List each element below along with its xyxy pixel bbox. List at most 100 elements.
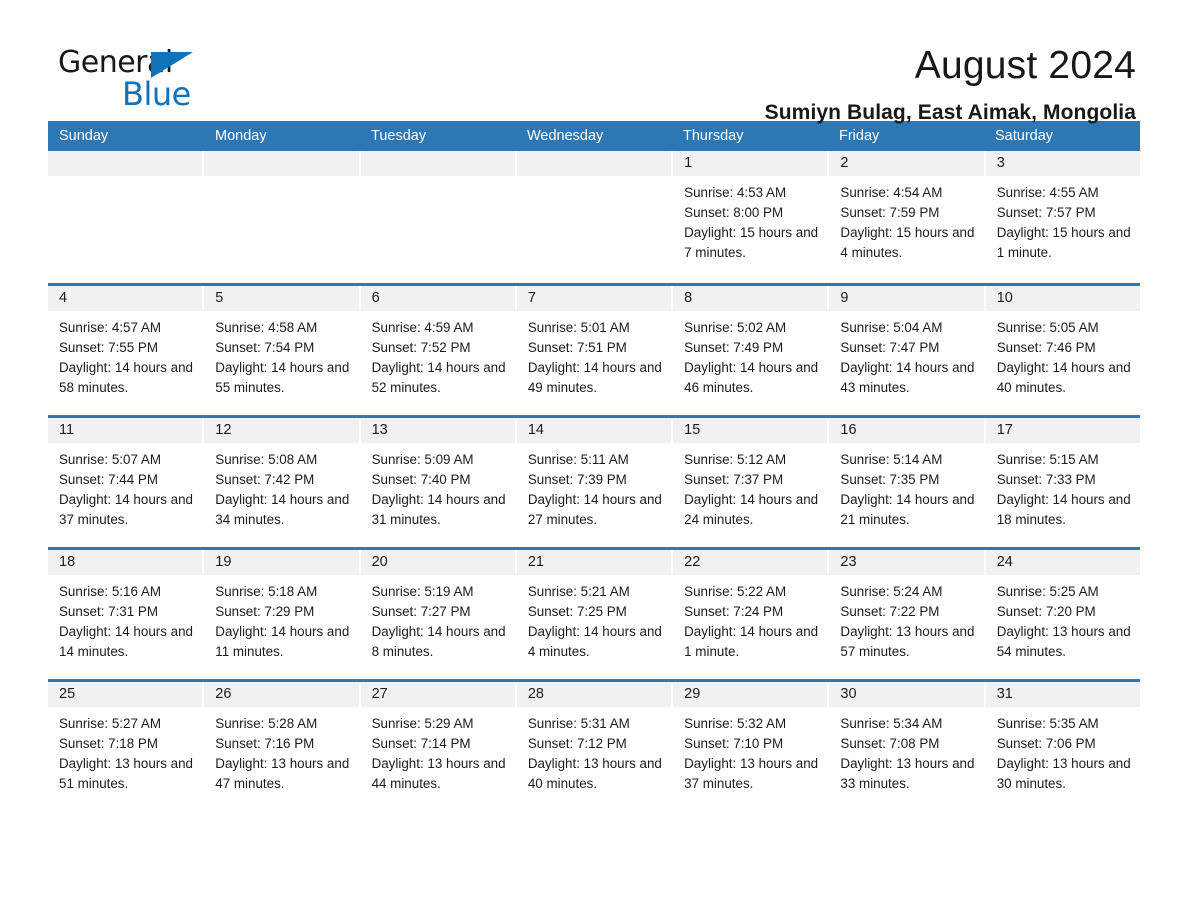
day-details: Sunrise: 5:21 AM Sunset: 7:25 PM Daylight:… (517, 575, 671, 662)
daylight-text: Daylight: 14 hours and 31 minutes. (371, 492, 506, 527)
daylight-text: Daylight: 15 hours and 4 minutes. (840, 225, 975, 260)
sunrise-text: Sunrise: 5:09 AM (371, 452, 474, 467)
sunrise-text: Sunrise: 5:18 AM (215, 584, 318, 599)
calendar-day-cell[interactable]: 26 Sunrise: 5:28 AM Sunset: 7:16 PM Dayligh… (204, 682, 359, 811)
calendar-day-cell[interactable]: 17 Sunrise: 5:15 AM Sunset: 7:33 PM Dayligh… (985, 418, 1140, 547)
sunset-text: Sunset: 7:55 PM (59, 340, 158, 355)
calendar-day-cell[interactable]: 29 Sunrise: 5:32 AM Sunset: 7:10 PM Dayligh… (673, 682, 828, 811)
calendar-day-cell[interactable]: 2 Sunrise: 4:54 AM Sunset: 7:59 PM Daylight… (829, 151, 984, 283)
calendar-day-cell[interactable]: 9 Sunrise: 5:04 AM Sunset: 7:47 PM Daylight… (829, 286, 984, 415)
sunset-text: Sunset: 7:08 PM (840, 736, 940, 751)
calendar-day-cell[interactable]: 8 Sunrise: 5:02 AM Sunset: 7:49 PM Daylight… (673, 286, 828, 415)
day-number: 16 (829, 418, 984, 443)
calendar-day-cell[interactable]: 25 Sunrise: 5:27 AM Sunset: 7:18 PM Dayligh… (48, 682, 203, 811)
day-number: 21 (516, 550, 672, 575)
day-details: Sunrise: 5:05 AM Sunset: 7:46 PM Daylight:… (986, 311, 1140, 398)
calendar-day-cell[interactable]: 31 Sunrise: 5:35 AM Sunset: 7:06 PM Dayligh… (985, 682, 1140, 811)
logo-text-blue: Blue (122, 75, 191, 113)
sunrise-text: Sunrise: 5:05 AM (996, 320, 1099, 335)
sunrise-text: Sunrise: 5:32 AM (684, 716, 787, 731)
day-details: Sunrise: 4:55 AM Sunset: 7:57 PM Daylight:… (986, 176, 1140, 263)
calendar-day-cell[interactable]: 24 Sunrise: 5:25 AM Sunset: 7:20 PM Dayligh… (985, 550, 1140, 679)
sunrise-text: Sunrise: 5:15 AM (996, 452, 1099, 467)
calendar-day-cell[interactable]: 18 Sunrise: 5:16 AM Sunset: 7:31 PM Dayligh… (48, 550, 203, 679)
calendar-day-cell[interactable]: 16 Sunrise: 5:14 AM Sunset: 7:35 PM Dayligh… (829, 418, 984, 547)
sunset-text: Sunset: 7:06 PM (996, 736, 1096, 751)
calendar-day-cell[interactable]: 10 Sunrise: 5:05 AM Sunset: 7:46 PM Dayligh… (985, 286, 1140, 415)
sunrise-text: Sunrise: 5:21 AM (527, 584, 630, 599)
sunrise-text: Sunrise: 4:54 AM (840, 185, 943, 200)
calendar-day-cell[interactable]: 27 Sunrise: 5:29 AM Sunset: 7:14 PM Dayligh… (360, 682, 515, 811)
calendar-day-cell[interactable]: 11 Sunrise: 5:07 AM Sunset: 7:44 PM Dayligh… (48, 418, 203, 547)
sunrise-text: Sunrise: 4:53 AM (684, 185, 787, 200)
calendar-day-cell[interactable]: 6 Sunrise: 4:59 AM Sunset: 7:52 PM Daylight… (360, 286, 515, 415)
sunset-text: Sunset: 7:16 PM (215, 736, 315, 751)
sunset-text: Sunset: 7:31 PM (59, 604, 158, 619)
weekday-header-row: Sunday Monday Tuesday Wednesday Thursday… (48, 121, 1140, 151)
page-header: General Blue August 2024 Sumiyn Bulag, E… (48, 0, 1140, 124)
sunset-text: Sunset: 7:52 PM (371, 340, 471, 355)
daylight-text: Daylight: 15 hours and 7 minutes. (684, 225, 819, 260)
calendar-week-row: 25 Sunrise: 5:27 AM Sunset: 7:18 PM Dayligh… (48, 679, 1140, 811)
sunrise-text: Sunrise: 5:29 AM (371, 716, 474, 731)
day-number: 17 (985, 418, 1140, 443)
daylight-text: Daylight: 13 hours and 30 minutes. (996, 756, 1131, 791)
calendar-day-cell[interactable]: 3 Sunrise: 4:55 AM Sunset: 7:57 PM Daylight… (985, 151, 1140, 283)
sunset-text: Sunset: 7:20 PM (996, 604, 1096, 619)
sunset-text: Sunset: 7:10 PM (684, 736, 784, 751)
calendar-day-cell[interactable]: 22 Sunrise: 5:22 AM Sunset: 7:24 PM Dayligh… (673, 550, 828, 679)
calendar-day-cell[interactable]: 28 Sunrise: 5:31 AM Sunset: 7:12 PM Dayligh… (516, 682, 672, 811)
calendar-day-cell[interactable]: 21 Sunrise: 5:21 AM Sunset: 7:25 PM Dayligh… (516, 550, 672, 679)
day-details: Sunrise: 5:28 AM Sunset: 7:16 PM Daylight:… (204, 707, 358, 794)
calendar-day-cell[interactable]: 12 Sunrise: 5:08 AM Sunset: 7:42 PM Dayligh… (204, 418, 359, 547)
day-details: Sunrise: 5:22 AM Sunset: 7:24 PM Daylight:… (673, 575, 827, 662)
day-number (48, 151, 203, 176)
generalblue-logo[interactable]: General Blue (48, 46, 198, 112)
calendar-day-cell[interactable]: 15 Sunrise: 5:12 AM Sunset: 7:37 PM Dayligh… (673, 418, 828, 547)
daylight-text: Daylight: 13 hours and 54 minutes. (996, 624, 1131, 659)
day-number: 11 (48, 418, 203, 443)
calendar-day-cell[interactable]: 5 Sunrise: 4:58 AM Sunset: 7:54 PM Daylight… (204, 286, 359, 415)
daylight-text: Daylight: 14 hours and 43 minutes. (840, 360, 975, 395)
day-number: 30 (829, 682, 984, 707)
daylight-text: Daylight: 14 hours and 58 minutes. (59, 360, 193, 395)
calendar-day-cell[interactable]: 14 Sunrise: 5:11 AM Sunset: 7:39 PM Dayligh… (516, 418, 672, 547)
day-number: 5 (204, 286, 359, 311)
day-number: 20 (360, 550, 515, 575)
day-number: 10 (985, 286, 1140, 311)
sunset-text: Sunset: 7:39 PM (527, 472, 627, 487)
daylight-text: Daylight: 13 hours and 44 minutes. (371, 756, 506, 791)
calendar-day-cell[interactable]: 30 Sunrise: 5:34 AM Sunset: 7:08 PM Dayligh… (829, 682, 984, 811)
calendar-day-cell[interactable]: 1 Sunrise: 4:53 AM Sunset: 8:00 PM Daylight… (673, 151, 828, 283)
calendar-week-row: 18 Sunrise: 5:16 AM Sunset: 7:31 PM Dayligh… (48, 547, 1140, 679)
sunset-text: Sunset: 7:18 PM (59, 736, 158, 751)
day-number: 3 (985, 151, 1140, 176)
calendar-day-cell[interactable]: 7 Sunrise: 5:01 AM Sunset: 7:51 PM Daylight… (516, 286, 672, 415)
calendar-day-cell[interactable]: 19 Sunrise: 5:18 AM Sunset: 7:29 PM Dayligh… (204, 550, 359, 679)
sunrise-text: Sunrise: 5:08 AM (215, 452, 318, 467)
sunrise-text: Sunrise: 5:14 AM (840, 452, 943, 467)
sunset-text: Sunset: 7:35 PM (840, 472, 940, 487)
day-details: Sunrise: 5:25 AM Sunset: 7:20 PM Daylight:… (986, 575, 1140, 662)
daylight-text: Daylight: 14 hours and 27 minutes. (527, 492, 662, 527)
calendar-day-cell[interactable]: 20 Sunrise: 5:19 AM Sunset: 7:27 PM Dayligh… (360, 550, 515, 679)
day-number: 29 (673, 682, 828, 707)
calendar-day-cell[interactable]: 13 Sunrise: 5:09 AM Sunset: 7:40 PM Dayligh… (360, 418, 515, 547)
sunrise-text: Sunrise: 5:24 AM (840, 584, 943, 599)
calendar-day-cell[interactable]: 4 Sunrise: 4:57 AM Sunset: 7:55 PM Daylight… (48, 286, 203, 415)
daylight-text: Daylight: 14 hours and 37 minutes. (59, 492, 193, 527)
day-details: Sunrise: 5:12 AM Sunset: 7:37 PM Daylight:… (673, 443, 827, 530)
calendar-day-cell[interactable]: 23 Sunrise: 5:24 AM Sunset: 7:22 PM Dayligh… (829, 550, 984, 679)
sunset-text: Sunset: 7:47 PM (840, 340, 940, 355)
day-details: Sunrise: 5:34 AM Sunset: 7:08 PM Daylight:… (829, 707, 983, 794)
daylight-text: Daylight: 14 hours and 1 minute. (684, 624, 819, 659)
sunrise-text: Sunrise: 5:31 AM (527, 716, 630, 731)
daylight-text: Daylight: 14 hours and 24 minutes. (684, 492, 819, 527)
day-number: 22 (673, 550, 828, 575)
day-number: 15 (673, 418, 828, 443)
sunset-text: Sunset: 7:40 PM (371, 472, 471, 487)
day-number: 31 (985, 682, 1140, 707)
sunrise-text: Sunrise: 4:58 AM (215, 320, 318, 335)
calendar-week-row: 1 Sunrise: 4:53 AM Sunset: 8:00 PM Daylight… (48, 151, 1140, 283)
sunset-text: Sunset: 7:42 PM (215, 472, 315, 487)
